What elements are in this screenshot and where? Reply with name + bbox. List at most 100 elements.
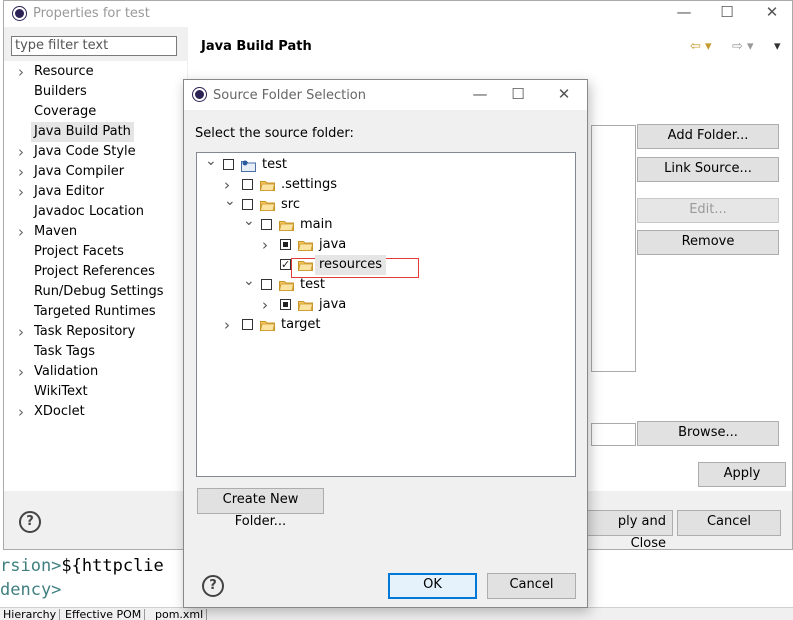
tree-node[interactable]: ⌄ main [243, 213, 443, 235]
tree-node-label: resources [315, 255, 387, 275]
checkbox[interactable] [280, 299, 291, 310]
nav-item[interactable]: Project References [4, 262, 187, 282]
nav-item[interactable]: › Java Editor [4, 182, 187, 202]
nav-item[interactable]: WikiText [4, 382, 187, 402]
tree-node[interactable]: › .settings [224, 175, 424, 195]
default-output-field[interactable] [591, 423, 636, 446]
cancel-button[interactable]: Cancel [677, 510, 781, 536]
window-title: Properties for test [33, 6, 150, 21]
chevron-down-icon[interactable]: ⌄ [243, 211, 255, 231]
nav-item-label: Java Build Path [31, 122, 134, 142]
tree-node[interactable]: ⌄ test [243, 273, 443, 295]
help-icon[interactable]: ? [202, 575, 224, 597]
nav-item[interactable]: › XDoclet [4, 402, 187, 422]
tab-hierarchy[interactable]: Hierarchy [0, 609, 61, 620]
nav-item-label: Maven [34, 224, 78, 239]
nav-item-label: Task Tags [34, 344, 95, 359]
tree-node-label: src [281, 197, 300, 212]
nav-item[interactable]: Targeted Runtimes [4, 302, 187, 322]
editor-tag-text: rsion> [0, 556, 62, 576]
checkbox[interactable] [242, 319, 253, 330]
folder-tree[interactable]: ⌄test›.settings⌄src⌄main›javaresources⌄t… [196, 152, 576, 477]
nav-item[interactable]: Task Tags [4, 342, 187, 362]
apply-button[interactable]: Apply [698, 462, 786, 487]
nav-item[interactable]: Project Facets [4, 242, 187, 262]
chevron-right-icon[interactable]: › [18, 182, 28, 202]
folder-icon [260, 180, 275, 191]
edit-button[interactable]: Edit... [637, 198, 779, 223]
nav-item[interactable]: Run/Debug Settings [4, 282, 187, 302]
checkbox[interactable] [223, 159, 234, 170]
nav-item[interactable]: Javadoc Location [4, 202, 187, 222]
nav-item[interactable]: › Task Repository [4, 322, 187, 342]
nav-item[interactable]: › Resource [4, 62, 187, 82]
minimize-icon[interactable]: — [672, 3, 696, 23]
filter-input[interactable]: type filter text [11, 36, 177, 56]
minimize-icon[interactable]: — [468, 85, 492, 105]
nav-item-label: Targeted Runtimes [34, 304, 156, 319]
close-icon[interactable]: ✕ [760, 3, 784, 23]
tree-node[interactable]: ⌄ test [205, 153, 405, 175]
tree-node[interactable]: › java [262, 295, 462, 315]
source-folder-list[interactable] [591, 125, 636, 372]
nav-item[interactable]: › Java Compiler [4, 162, 187, 182]
ok-button[interactable]: OK [388, 573, 477, 599]
dialog-title: Source Folder Selection [213, 88, 366, 103]
dialog-cancel-button[interactable]: Cancel [487, 573, 576, 599]
tree-node[interactable]: › target [224, 315, 424, 335]
folder-icon [298, 260, 313, 271]
tree-node-label: .settings [281, 177, 337, 192]
folder-icon [298, 300, 313, 311]
chevron-down-icon[interactable]: ⌄ [243, 271, 255, 291]
forward-arrow-icon[interactable]: ⇨ ▾ [732, 39, 754, 54]
tree-node[interactable]: resources [262, 255, 462, 275]
browse-button[interactable]: Browse... [637, 421, 779, 446]
checkbox[interactable] [261, 279, 272, 290]
link-source-button[interactable]: Link Source... [637, 157, 779, 182]
chevron-right-icon[interactable]: › [18, 142, 28, 162]
remove-button[interactable]: Remove [637, 230, 779, 255]
tree-node[interactable]: › java [262, 235, 462, 255]
back-arrow-icon[interactable]: ⇦ ▾ [690, 39, 712, 54]
source-folder-dialog: Source Folder Selection — ☐ ✕ Select the… [183, 79, 588, 608]
apply-and-close-button[interactable]: ply and Close [588, 510, 673, 551]
checkbox[interactable] [280, 239, 291, 250]
chevron-right-icon[interactable]: › [262, 295, 274, 315]
tab-effective-pom[interactable]: Effective POM [62, 609, 146, 620]
tree-node-label: main [300, 217, 333, 232]
checkbox[interactable] [242, 199, 253, 210]
nav-item-label: Validation [34, 364, 99, 379]
checkbox[interactable] [242, 179, 253, 190]
help-icon[interactable]: ? [19, 511, 41, 533]
close-icon[interactable]: ✕ [552, 85, 576, 105]
view-menu-icon[interactable]: ▾ [774, 39, 781, 54]
maximize-icon[interactable]: ☐ [715, 3, 739, 23]
chevron-right-icon[interactable]: › [18, 322, 28, 342]
nav-item-label: Builders [34, 84, 87, 99]
nav-item[interactable]: › Validation [4, 362, 187, 382]
nav-item-label: Coverage [34, 104, 97, 119]
chevron-right-icon[interactable]: › [224, 315, 236, 335]
chevron-right-icon[interactable]: › [262, 235, 274, 255]
create-new-folder-button[interactable]: Create New Folder... [197, 488, 324, 529]
tab-pom-xml[interactable]: pom.xml [152, 609, 208, 620]
add-folder-button[interactable]: Add Folder... [637, 124, 779, 149]
checkbox[interactable] [261, 219, 272, 230]
nav-item[interactable]: Java Build Path [4, 122, 187, 142]
nav-item[interactable]: Builders [4, 82, 187, 102]
tree-node-label: target [281, 317, 321, 332]
nav-item-label: Task Repository [34, 324, 136, 339]
chevron-right-icon[interactable]: › [18, 362, 28, 382]
chevron-right-icon[interactable]: › [18, 62, 28, 82]
checkbox[interactable] [280, 255, 291, 275]
nav-item[interactable]: Coverage [4, 102, 187, 122]
nav-item[interactable]: › Maven [4, 222, 187, 242]
chevron-right-icon[interactable]: › [18, 402, 28, 422]
chevron-down-icon[interactable]: ⌄ [205, 151, 217, 171]
maximize-icon[interactable]: ☐ [506, 85, 530, 105]
nav-item-label: Run/Debug Settings [34, 284, 164, 299]
nav-item[interactable]: › Java Code Style [4, 142, 187, 162]
chevron-right-icon[interactable]: › [18, 222, 28, 242]
chevron-down-icon[interactable]: ⌄ [224, 191, 236, 211]
chevron-right-icon[interactable]: › [18, 162, 28, 182]
